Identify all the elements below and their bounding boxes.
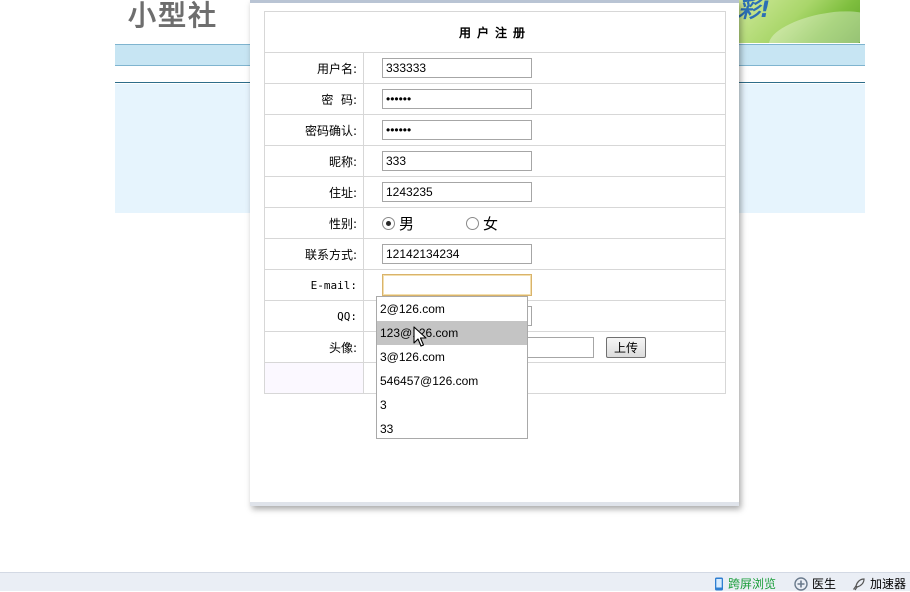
gender-female-radio[interactable]: [466, 216, 480, 230]
row-gender: 性别: 男 女: [264, 207, 726, 239]
accelerator-label: 加速器: [870, 577, 907, 591]
row-contact: 联系方式:: [264, 238, 726, 270]
address-label: 住址:: [264, 176, 364, 208]
nickname-label: 昵称:: [264, 145, 364, 177]
username-input[interactable]: [382, 58, 532, 78]
autocomplete-item[interactable]: 3@126.com: [377, 345, 527, 369]
doctor-icon: [794, 576, 808, 591]
autocomplete-item[interactable]: 33: [377, 417, 527, 441]
gender-female-option[interactable]: 女: [466, 213, 498, 234]
avatar-label: 头像:: [264, 331, 364, 363]
email-autocomplete-dropdown: 2@126.com 123@126.com 3@126.com 546457@1…: [376, 296, 528, 439]
phone-icon: [715, 577, 723, 590]
actions-label-cell: [264, 362, 364, 394]
gender-male-option[interactable]: 男: [382, 213, 414, 234]
autocomplete-item[interactable]: 3: [377, 393, 527, 417]
autocomplete-item[interactable]: 2@126.com: [377, 297, 527, 321]
row-username: 用户名:: [264, 52, 726, 84]
browser-status-bar: 跨屏浏览 医生 加速器: [0, 572, 910, 591]
doctor-button[interactable]: 医生: [794, 575, 836, 592]
gender-radio-group: 男 女: [382, 213, 725, 234]
site-banner: 彩!: [738, 0, 860, 43]
accelerator-button[interactable]: 加速器: [852, 575, 906, 592]
password-label: 密 码:: [264, 83, 364, 115]
gender-male-radio[interactable]: [382, 216, 395, 230]
row-password: 密 码:: [264, 83, 726, 115]
email-label: E-mail:: [264, 269, 364, 301]
autocomplete-item[interactable]: 546457@126.com: [377, 369, 527, 393]
password-confirm-label: 密码确认:: [264, 114, 364, 146]
gender-male-label: 男: [399, 214, 415, 233]
password-input[interactable]: [382, 89, 532, 109]
password-confirm-input[interactable]: [382, 120, 532, 140]
username-label: 用户名:: [264, 52, 364, 84]
contact-input[interactable]: [382, 244, 532, 264]
autocomplete-item-highlighted[interactable]: 123@126.com: [377, 321, 527, 345]
row-address: 住址:: [264, 176, 726, 208]
rocket-icon: [853, 577, 865, 590]
gender-female-label: 女: [483, 214, 499, 233]
address-input[interactable]: [382, 182, 532, 202]
doctor-label: 医生: [812, 577, 837, 591]
site-logo: 小型社: [128, 0, 219, 32]
upload-button[interactable]: 上传: [606, 336, 646, 358]
row-password-confirm: 密码确认:: [264, 114, 726, 146]
banner-text: 彩!: [738, 0, 771, 23]
cross-screen-browse-button[interactable]: 跨屏浏览: [714, 575, 776, 592]
form-title: 用户注册: [264, 11, 726, 53]
nickname-input[interactable]: [382, 151, 532, 171]
contact-label: 联系方式:: [264, 238, 364, 270]
cross-screen-browse-label: 跨屏浏览: [728, 577, 777, 591]
qq-label: QQ:: [264, 300, 364, 332]
row-nickname: 昵称:: [264, 145, 726, 177]
mouse-cursor-icon: [413, 326, 427, 347]
banner-leaf-graphic: [765, 3, 860, 43]
gender-label: 性别:: [264, 207, 364, 239]
email-input[interactable]: [382, 274, 532, 296]
